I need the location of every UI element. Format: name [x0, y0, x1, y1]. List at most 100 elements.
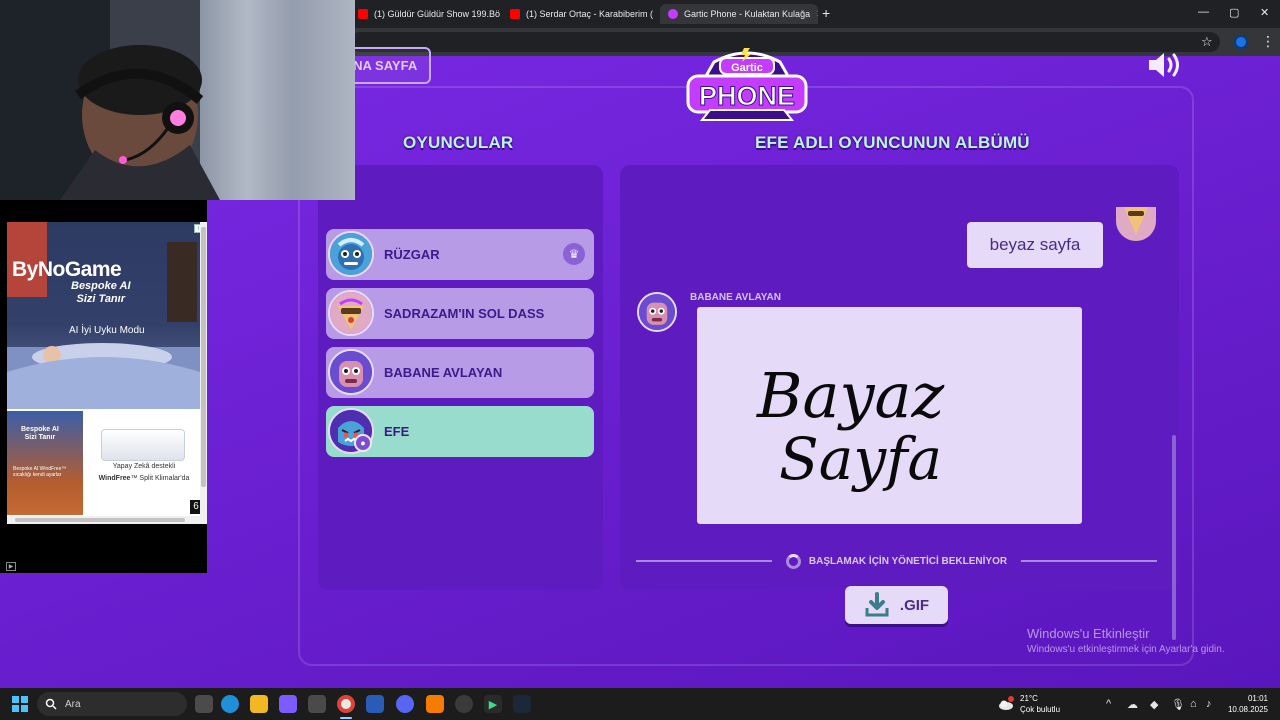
close-window-button[interactable]: ✕	[1260, 6, 1269, 19]
security-icon[interactable]: ◆	[1150, 698, 1158, 711]
advertisement-panel: ByNoGame Bespoke AI Sizi Tanır AI İyi Uy…	[0, 200, 207, 573]
avatar	[328, 231, 374, 277]
drawing-canvas: Bayaz Sayfa	[756, 359, 945, 493]
ad-left-small: Bespoke AI WindFree™ sıcaklığı kendi aya…	[13, 466, 67, 478]
ad-copy-line2: WindFree™ Split Klimalar'da	[98, 475, 190, 482]
activation-title: Windows'u Etkinleştir	[1027, 626, 1150, 641]
close-tab-icon[interactable]: ✕	[816, 9, 818, 20]
network-icon[interactable]: ⌂	[1190, 698, 1197, 710]
app-icon[interactable]	[455, 695, 473, 713]
player-name: EFE	[384, 424, 410, 439]
drawing-card: Bayaz Sayfa	[697, 307, 1082, 524]
author-name: BABANE AVLAYAN	[690, 292, 781, 303]
drawing-word-2: Sayfa	[779, 425, 942, 493]
microphone-icon[interactable]: 🎙	[1171, 698, 1185, 711]
youtube-icon	[358, 9, 368, 19]
album-heading: EFE ADLI OYUNCUNUN ALBÜMÜ	[755, 133, 1030, 152]
windows-taskbar: Ara ▶ 21°C Çok bulutlu ^ ☁ ◆ 🎙 ⌂ ♪ 01:01…	[0, 688, 1280, 720]
chrome-icon[interactable]	[337, 695, 355, 713]
drawing-word-1: Bayaz	[756, 359, 945, 432]
tab-guldur-guldur[interactable]: (1) Güldür Güldür Show 199.Bö ✕	[350, 4, 500, 24]
player-item-babane-avlayan[interactable]: BABANE AVLAYAN	[326, 347, 594, 398]
author-avatar	[637, 292, 677, 332]
avatar	[328, 290, 374, 336]
copilot-icon[interactable]	[279, 695, 297, 713]
webcam-overlay	[0, 0, 355, 200]
play-icon[interactable]: ▶	[484, 695, 502, 713]
ad-vertical-scrollbar[interactable]	[200, 222, 207, 516]
download-gif-button[interactable]: .GIF	[845, 586, 948, 624]
logo-bottom-text: PHONE	[699, 81, 795, 111]
logo-top-text: Gartic	[731, 62, 763, 74]
divider	[636, 560, 772, 562]
weather-widget[interactable]: 21°C Çok bulutlu	[998, 693, 1060, 715]
bookmark-star-icon[interactable]: ☆	[1201, 34, 1213, 50]
ad-content[interactable]: ByNoGame Bespoke AI Sizi Tanır AI İyi Uy…	[7, 222, 207, 524]
browser-menu-icon[interactable]: ⋮	[1261, 33, 1275, 50]
gartic-favicon-icon	[668, 9, 678, 19]
clock-date: 10.08.2025	[1227, 705, 1268, 714]
ad-brand: ByNoGame	[12, 258, 122, 281]
store-icon[interactable]	[308, 695, 326, 713]
volume-icon[interactable]: ♪	[1206, 698, 1212, 710]
gartic-phone-logo: Gartic PHONE	[686, 48, 808, 121]
sound-icon[interactable]	[1146, 50, 1182, 80]
waiting-text: BAŞLAMAK İÇİN YÖNETİCİ BEKLENİYOR	[808, 555, 1008, 567]
user-badge-icon: ●	[354, 434, 372, 452]
player-name: BABANE AVLAYAN	[384, 365, 503, 380]
divider	[1021, 560, 1158, 562]
tab-label: Gartic Phone - Kulaktan Kulağa	[684, 9, 811, 19]
discord-icon[interactable]	[396, 695, 414, 713]
ad-copy-line1: Yapay Zekâ destekli	[112, 463, 176, 470]
ad-choices-icon[interactable]: ▶	[6, 562, 16, 571]
activation-subtitle: Windows'u etkinleştirmek için Ayarlar'a …	[1027, 644, 1225, 655]
tab-label: (1) Güldür Güldür Show 199.Bö	[374, 9, 500, 19]
ad-tagline: Bespoke AI Sizi Tanır	[71, 280, 131, 305]
player-item-sadrazam[interactable]: SADRAZAM'IN SOL DASS	[326, 288, 594, 339]
ad-left-tag: Bespoke AI Sizi Tanır	[21, 426, 59, 441]
app-icon[interactable]	[426, 695, 444, 713]
chevron-up-icon[interactable]: ^	[1106, 698, 1111, 710]
tab-gartic-phone[interactable]: Gartic Phone - Kulaktan Kulağa ✕	[660, 4, 818, 24]
windows-start-icon[interactable]	[12, 696, 28, 712]
search-placeholder: Ara	[65, 698, 81, 710]
player-item-efe[interactable]: ● EFE	[326, 406, 594, 457]
album-scrollbar[interactable]	[1172, 435, 1176, 640]
search-icon	[45, 698, 57, 710]
download-icon	[865, 592, 889, 617]
player-name: SADRAZAM'IN SOL DASS	[384, 306, 545, 321]
steam-icon[interactable]	[513, 695, 531, 713]
ad-secondary-image: Bespoke AI Sizi Tanır Bespoke AI WindFre…	[7, 411, 83, 515]
maximize-button[interactable]: ▢	[1229, 6, 1239, 19]
player-name: RÜZGAR	[384, 247, 440, 262]
avatar	[328, 349, 374, 395]
edge-icon[interactable]	[221, 695, 239, 713]
previous-text-bubble: beyaz sayfa	[967, 222, 1103, 268]
file-explorer-icon[interactable]	[250, 695, 268, 713]
crown-icon: ♛	[563, 243, 585, 265]
tab-serdar-ortac[interactable]: (1) Serdar Ortaç - Karabiberim ( ✕	[502, 4, 658, 24]
weather-desc: Çok bulutlu	[1020, 705, 1061, 714]
taskbar-search[interactable]: Ara	[37, 692, 187, 716]
taskbar-clock[interactable]: 01:01 10.08.2025	[1226, 693, 1268, 715]
loading-spinner-icon	[785, 553, 801, 569]
onedrive-icon[interactable]: ☁	[1127, 698, 1138, 711]
minimize-button[interactable]: —	[1198, 6, 1209, 18]
profile-avatar[interactable]	[1234, 35, 1248, 49]
app-icon[interactable]	[366, 695, 384, 713]
tab-label: (1) Serdar Ortaç - Karabiberim (	[526, 9, 654, 19]
task-view-icon[interactable]	[195, 695, 213, 713]
ad-horizontal-scrollbar[interactable]	[7, 516, 207, 524]
air-conditioner-image	[101, 429, 185, 461]
webcam-feed	[0, 0, 355, 200]
active-app-indicator	[340, 717, 352, 719]
ad-mode-text: AI İyi Uyku Modu	[69, 325, 145, 336]
waiting-status: BAŞLAMAK İÇİN YÖNETİCİ BEKLENİYOR	[636, 551, 1158, 571]
weather-temp: 21°C	[1020, 694, 1038, 703]
clock-time: 01:01	[1247, 694, 1268, 703]
youtube-icon	[510, 9, 520, 19]
new-tab-button[interactable]: +	[822, 5, 830, 21]
player-item-ruzgar[interactable]: RÜZGAR ♛	[326, 229, 594, 280]
windows-activation-watermark: Windows'u Etkinleştir Windows'u etkinleş…	[1027, 626, 1225, 655]
players-heading: OYUNCULAR	[403, 133, 514, 152]
